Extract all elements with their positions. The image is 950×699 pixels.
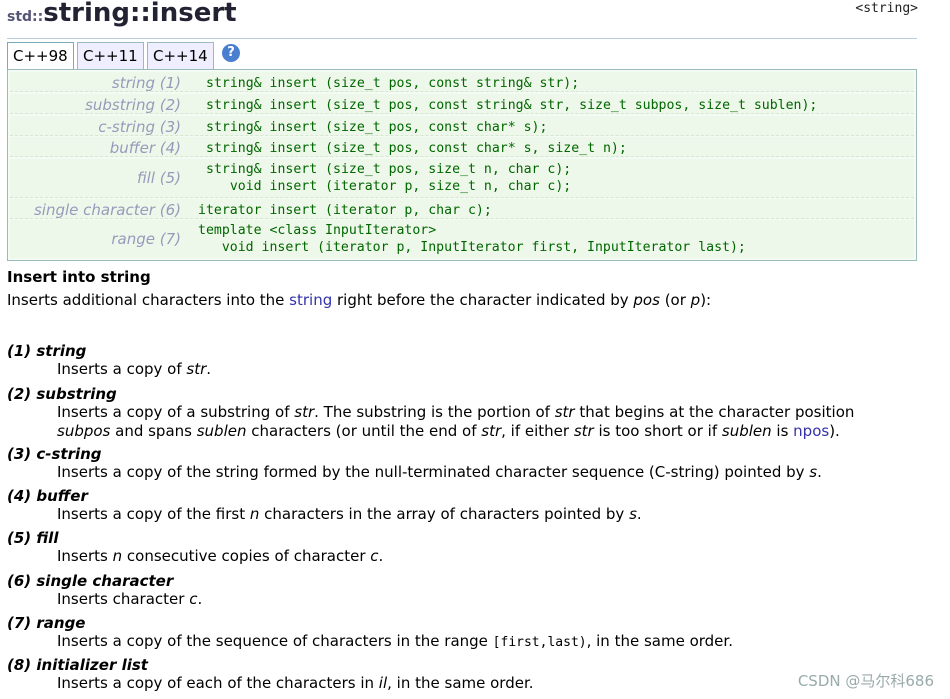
intro-or: (or [659, 291, 691, 309]
prototype-table: string (1) string& insert (size_t pos, c… [7, 69, 917, 261]
header-tag[interactable]: <string> [855, 1, 918, 16]
prototype-label: string (1) [111, 74, 181, 92]
prototype-label: buffer (4) [109, 139, 181, 157]
version-tabs: C++98 C++11 C++14 ? [7, 38, 917, 72]
prototype-label: range (7) [111, 230, 181, 248]
prototype-row: single character (6) iterator insert (it… [10, 199, 914, 219]
item-heading: (5) fill [7, 529, 59, 547]
item-description: Inserts a copy of a substring of str. Th… [57, 403, 855, 440]
string-link[interactable]: string [289, 291, 332, 309]
prototype-code: string& insert (size_t pos, const string… [206, 98, 818, 113]
prototype-code: string& insert (size_t pos, const char* … [206, 120, 548, 135]
intro-text: Inserts additional characters into the s… [7, 291, 711, 309]
intro-suffix: ): [700, 291, 712, 309]
function-name: string::insert [43, 0, 237, 28]
page-title: std::string::insert [7, 0, 237, 28]
prototype-row: range (7) template <class InputIterator>… [10, 220, 914, 258]
item-description: Inserts a copy of str. [57, 360, 212, 378]
item-description: Inserts a copy of the string formed by t… [57, 463, 822, 481]
prototype-code: string& insert (size_t pos, size_t n, ch… [206, 162, 572, 194]
npos-link[interactable]: npos [793, 422, 829, 440]
section-title: Insert into string [7, 268, 151, 286]
prototype-label: substring (2) [85, 96, 181, 114]
item-description: Inserts n consecutive copies of characte… [57, 547, 384, 565]
tab-cpp11[interactable]: C++11 [77, 42, 144, 69]
prototype-code: template <class InputIterator> void inse… [198, 223, 746, 255]
item-heading: (7) range [7, 614, 86, 632]
namespace-prefix: std:: [7, 9, 44, 25]
tab-cpp98[interactable]: C++98 [7, 42, 74, 72]
item-heading: (8) initializer list [7, 656, 148, 674]
prototype-code: string& insert (size_t pos, const string… [206, 76, 580, 91]
prototype-row: c-string (3) string& insert (size_t pos,… [10, 116, 914, 136]
item-heading: (3) c-string [7, 445, 102, 463]
item-description: Inserts a copy of the sequence of charac… [57, 632, 733, 650]
prototype-code: string& insert (size_t pos, const char* … [206, 141, 627, 156]
prototype-label: fill (5) [136, 169, 181, 187]
prototype-row: substring (2) string& insert (size_t pos… [10, 94, 914, 114]
item-heading: (4) buffer [7, 487, 88, 505]
item-description: Inserts a copy of each of the characters… [57, 674, 534, 692]
item-heading: (6) single character [7, 572, 174, 590]
prototype-label: c-string (3) [98, 118, 181, 136]
prototype-code: iterator insert (iterator p, char c); [198, 203, 492, 218]
watermark: CSDN @马尔科686 [797, 672, 934, 690]
item-description: Inserts character c. [57, 590, 203, 608]
item-heading: (2) substring [7, 385, 117, 403]
param-p: p [690, 291, 701, 309]
item-heading: (1) string [7, 342, 87, 360]
question-circle-icon[interactable]: ? [222, 44, 240, 62]
item-description: Inserts a copy of the first n characters… [57, 505, 642, 523]
prototype-label: single character (6) [33, 201, 181, 219]
prototype-row: fill (5) string& insert (size_t pos, siz… [10, 159, 914, 198]
tab-cpp14[interactable]: C++14 [147, 42, 214, 69]
prototype-row: string (1) string& insert (size_t pos, c… [10, 72, 914, 92]
intro-middle: right before the character indicated by [332, 291, 634, 309]
param-pos: pos [633, 291, 660, 309]
prototype-row: buffer (4) string& insert (size_t pos, c… [10, 137, 914, 157]
intro-prefix: Inserts additional characters into the [7, 291, 290, 309]
